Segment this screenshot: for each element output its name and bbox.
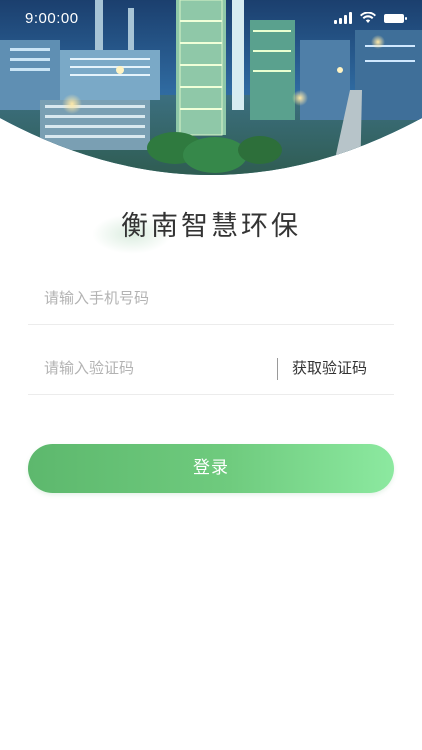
code-field: 获取验证码 (28, 344, 394, 395)
get-code-button[interactable]: 获取验证码 (292, 344, 367, 392)
login-page: 9:00:00 衡南智慧环保 获取验证码 登录 (0, 0, 422, 750)
battery-icon (384, 14, 407, 23)
app-title: 衡南智慧环保 (121, 211, 301, 242)
status-time: 9:00:00 (25, 10, 79, 27)
wifi-icon (360, 12, 376, 23)
code-divider (277, 358, 278, 380)
phone-field (28, 274, 394, 325)
verification-code-input[interactable] (44, 344, 264, 392)
phone-input[interactable] (44, 274, 374, 322)
login-button[interactable]: 登录 (28, 444, 394, 493)
status-bar: 9:00:00 (0, 0, 422, 38)
status-icons (334, 12, 407, 24)
signal-icon (334, 12, 352, 24)
